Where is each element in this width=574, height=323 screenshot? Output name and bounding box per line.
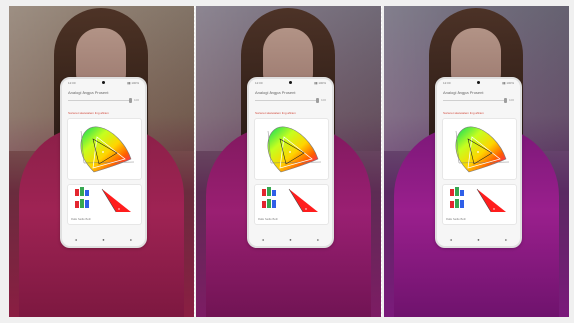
navigation-bar-left: ◂ ● ▸ [62, 235, 145, 245]
camera-hole-icon [477, 81, 480, 84]
gamut-card-middle [254, 118, 329, 180]
camera-hole-icon [289, 81, 292, 84]
analysis-card-left: Ralle Sadle Beth [67, 184, 142, 225]
gamut-chart-left [80, 126, 135, 173]
camera-hole-icon [102, 81, 105, 84]
analysis-caption-right: Ralle Sadle Beth [446, 218, 467, 222]
recent-nav-icon[interactable]: ▸ [505, 238, 507, 242]
panel-divider-2 [381, 6, 382, 317]
phone-mockup-right: 12:00 ▮▮ 100% Analogi ångpa Prosent 100 … [435, 77, 522, 248]
status-bar-left: 12:00 ▮▮ 100% [62, 79, 145, 88]
recent-nav-icon[interactable]: ▸ [130, 238, 132, 242]
phone-mockup-middle: 12:00 ▮▮ 100% Analogi ångpa Prosent 100 … [247, 77, 334, 248]
status-time-left: 12:00 [68, 81, 76, 85]
slider-thumb-left[interactable] [129, 98, 132, 103]
status-time-middle: 12:00 [255, 81, 263, 85]
analysis-caption-middle: Ralle Sadle Beth [258, 218, 279, 222]
phone-mockup-left: 12:00 ▮▮ 100% Analogi ångpa Prosent 100 … [60, 77, 147, 248]
slider-thumb-middle[interactable] [316, 98, 319, 103]
status-battery-middle: ▮▮ 100% [314, 81, 326, 85]
comparison-canvas: 12:00 ▮▮ 100% Analogi ångpa Prosent 100 … [0, 0, 574, 323]
gamut-chart-right [455, 126, 510, 173]
back-nav-icon[interactable]: ◂ [450, 238, 452, 242]
slider-value-left: 100 [133, 98, 139, 102]
analysis-card-right: Ralle Sadle Beth [442, 184, 517, 225]
status-time-right: 12:00 [443, 81, 451, 85]
app-title-left: Analogi ångpa Prosent [68, 90, 109, 95]
analysis-caption-left: Ralle Sadle Beth [71, 218, 92, 222]
panel-divider-1 [194, 6, 195, 317]
slider-value-middle: 100 [320, 98, 326, 102]
recent-nav-icon[interactable]: ▸ [317, 238, 319, 242]
slider-track-right [443, 100, 507, 101]
status-battery-right: ▮▮ 100% [502, 81, 514, 85]
app-title-right: Analogi ångpa Prosent [443, 90, 484, 95]
status-battery-left: ▮▮ 100% [127, 81, 139, 85]
comparison-panel-left: 12:00 ▮▮ 100% Analogi ångpa Prosent 100 … [9, 6, 194, 317]
adjustment-slider-middle[interactable]: 100 [255, 98, 326, 103]
status-bar-right: 12:00 ▮▮ 100% [437, 79, 520, 88]
warning-text-right: Sorteret sketetalem ling aftram [443, 111, 484, 115]
analysis-card-middle: Ralle Sadle Beth [254, 184, 329, 225]
status-bar-middle: 12:00 ▮▮ 100% [249, 79, 332, 88]
warning-text-middle: Sorteret sketetalem ling aftram [255, 111, 296, 115]
slider-value-right: 100 [508, 98, 514, 102]
gamut-card-right [442, 118, 517, 180]
home-nav-icon[interactable]: ● [289, 238, 291, 242]
gamut-card-left [67, 118, 142, 180]
comparison-panel-middle: 12:00 ▮▮ 100% Analogi ångpa Prosent 100 … [196, 6, 381, 317]
navigation-bar-middle: ◂ ● ▸ [249, 235, 332, 245]
slider-track-middle [255, 100, 319, 101]
slider-track-left [68, 100, 132, 101]
comparison-panel-right: 12:00 ▮▮ 100% Analogi ångpa Prosent 100 … [384, 6, 569, 317]
warning-text-left: Sorteret sketetalem ling aftram [68, 111, 109, 115]
gamut-chart-middle [267, 126, 322, 173]
adjustment-slider-left[interactable]: 100 [68, 98, 139, 103]
home-nav-icon[interactable]: ● [477, 238, 479, 242]
back-nav-icon[interactable]: ◂ [75, 238, 77, 242]
back-nav-icon[interactable]: ◂ [262, 238, 264, 242]
adjustment-slider-right[interactable]: 100 [443, 98, 514, 103]
navigation-bar-right: ◂ ● ▸ [437, 235, 520, 245]
home-nav-icon[interactable]: ● [102, 238, 104, 242]
slider-thumb-right[interactable] [504, 98, 507, 103]
app-title-middle: Analogi ångpa Prosent [255, 90, 296, 95]
